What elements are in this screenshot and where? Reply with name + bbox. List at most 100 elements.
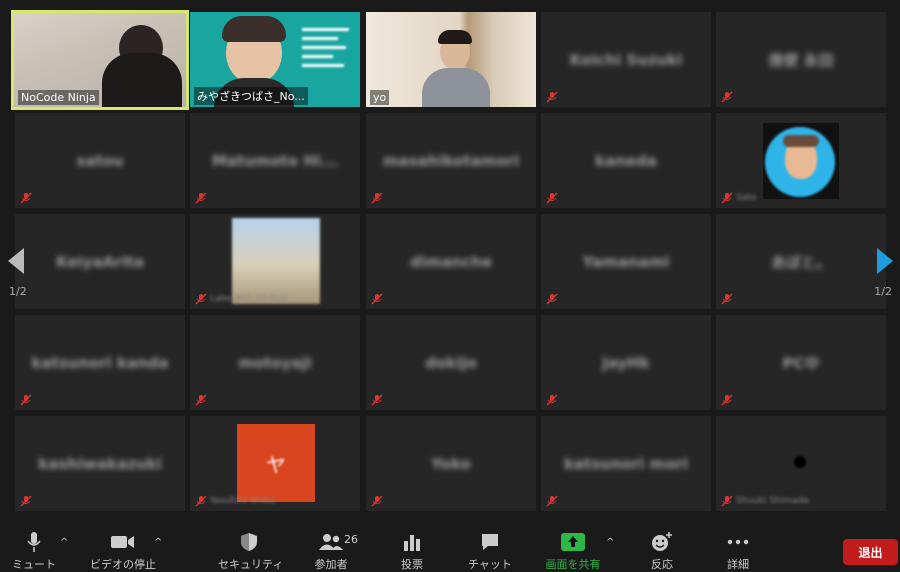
microphone-icon — [12, 531, 56, 553]
participant-name: kashiwakazuki — [38, 454, 162, 473]
muted-mic-icon — [20, 495, 32, 507]
stop-video-button[interactable]: ビデオの停止 — [88, 531, 158, 572]
participant-name: masahikotamori — [382, 151, 520, 170]
profile-avatar — [763, 123, 839, 199]
video-options-chevron-up-icon[interactable]: ^ — [154, 537, 162, 548]
video-tile-sato-avatar[interactable]: Sato — [716, 113, 886, 208]
prev-page-arrow-icon[interactable] — [8, 248, 24, 274]
more-button[interactable]: 詳細 — [718, 531, 758, 572]
muted-mic-icon — [546, 192, 558, 204]
muted-mic-icon — [20, 192, 32, 204]
participant-name-small: Shuuki Shimada — [736, 496, 809, 506]
poll-button[interactable]: 投票 — [392, 531, 432, 572]
video-tile-jayhk[interactable]: JayHk — [541, 315, 711, 410]
security-button[interactable]: セキュリティ — [218, 531, 283, 572]
leave-meeting-button[interactable]: 退出 — [843, 539, 898, 565]
video-tile-katsunori-mori[interactable]: katsunori mori — [541, 416, 711, 511]
video-tile-shuuki[interactable]: Shuuki Shimada — [716, 416, 886, 511]
muted-mic-icon — [195, 293, 207, 305]
muted-mic-icon — [721, 394, 733, 406]
participants-button[interactable]: 26 参加者 — [306, 531, 359, 572]
participant-name: katsunori mori — [563, 454, 689, 473]
participant-name-label: みやざきつばさ_No... — [194, 87, 308, 105]
avatar-letter: ヤ — [266, 452, 286, 477]
muted-mic-icon — [371, 394, 383, 406]
chat-bubble-icon — [465, 531, 515, 553]
participant-name: motoyaji — [238, 353, 312, 372]
video-tile-kashiwakazuki[interactable]: kashiwakazuki — [15, 416, 185, 511]
participant-name: dokijo — [425, 353, 477, 372]
bar-chart-icon — [392, 531, 432, 553]
participant-video — [366, 12, 536, 107]
share-screen-button[interactable]: 画面を共有 — [540, 531, 606, 572]
video-tile-kaneda[interactable]: kaneda — [541, 113, 711, 208]
muted-mic-icon — [195, 192, 207, 204]
muted-mic-icon — [195, 495, 207, 507]
audio-options-chevron-up-icon[interactable]: ^ — [60, 537, 68, 548]
participant-name-small: Sato — [736, 193, 757, 203]
more-dots-icon — [718, 531, 758, 553]
participant-name: satou — [76, 151, 124, 170]
muted-mic-icon — [721, 192, 733, 204]
video-tile-motoyaji[interactable]: motoyaji — [190, 315, 360, 410]
meeting-toolbar: ミュート ^ ビデオの停止 ^ セキュリティ 26 参加者 投票 チャット 画面… — [0, 525, 900, 572]
muted-mic-icon — [721, 91, 733, 103]
video-camera-icon — [88, 531, 158, 553]
shield-icon — [218, 531, 280, 553]
muted-mic-icon — [20, 394, 32, 406]
participant-name: PC中 — [782, 354, 820, 372]
video-tile-yoko[interactable]: Yoko — [366, 416, 536, 511]
video-tile-nocode-ninja[interactable]: NoCode Ninja — [11, 10, 189, 110]
participant-name: Koichi Suzuki — [569, 50, 683, 69]
participant-name: JayHk — [602, 353, 650, 372]
participant-name-small: Labo IMG 3D Ray — [210, 294, 288, 304]
muted-mic-icon — [721, 293, 733, 305]
participant-name: 傍使 永田 — [768, 51, 834, 69]
chat-button[interactable]: チャット — [465, 531, 515, 572]
participant-name: KeiyaArita — [55, 252, 144, 271]
share-options-chevron-up-icon[interactable]: ^ — [606, 537, 614, 548]
muted-mic-icon — [195, 394, 207, 406]
profile-avatar — [794, 456, 806, 468]
video-tile-yo[interactable]: yo — [366, 12, 536, 107]
page-indicator-left: 1/2 — [9, 285, 27, 298]
participant-name: dimanche — [409, 252, 493, 271]
video-tile-labo[interactable]: Labo IMG 3D Ray — [190, 214, 360, 309]
page-indicator-right: 1/2 — [874, 285, 892, 298]
profile-photo — [232, 218, 320, 304]
muted-mic-icon — [371, 293, 383, 305]
participant-name: あぼと。 — [770, 253, 831, 271]
participant-name: Matumoto Hi... — [211, 151, 339, 170]
video-tile-nagata[interactable]: 傍使 永田 — [716, 12, 886, 107]
video-tile-pc[interactable]: PC中 — [716, 315, 886, 410]
video-tile-katsunori-kanda[interactable]: katsunori kanda — [15, 315, 185, 410]
participant-name-small: Yasuhiro Shiba — [210, 496, 276, 506]
video-tile-miyazaki[interactable]: みやざきつばさ_No... — [190, 12, 360, 107]
video-tile-aboto[interactable]: あぼと。 — [716, 214, 886, 309]
reactions-button[interactable]: 反応 — [642, 531, 682, 572]
initial-avatar: ヤ — [237, 424, 315, 502]
muted-mic-icon — [371, 192, 383, 204]
participant-name: Yamanami — [582, 252, 670, 271]
participants-count: 26 — [344, 533, 358, 546]
muted-mic-icon — [546, 91, 558, 103]
muted-mic-icon — [371, 495, 383, 507]
video-tile-matumoto[interactable]: Matumoto Hi... — [190, 113, 360, 208]
video-tile-yamanami[interactable]: Yamanami — [541, 214, 711, 309]
video-tile-dokijo[interactable]: dokijo — [366, 315, 536, 410]
video-tile-koichi-suzuki[interactable]: Koichi Suzuki — [541, 12, 711, 107]
video-tile-satou[interactable]: satou — [15, 113, 185, 208]
participant-name-label: NoCode Ninja — [18, 90, 99, 105]
video-tile-dimanche[interactable]: dimanche — [366, 214, 536, 309]
video-tile-masahikotamori[interactable]: masahikotamori — [366, 113, 536, 208]
smiley-plus-icon — [642, 531, 682, 553]
muted-mic-icon — [546, 394, 558, 406]
next-page-arrow-icon[interactable] — [877, 248, 893, 274]
video-tile-keiyaarita[interactable]: KeiyaArita — [15, 214, 185, 309]
mute-button[interactable]: ミュート — [12, 531, 56, 572]
share-screen-icon — [540, 531, 606, 553]
muted-mic-icon — [546, 293, 558, 305]
participant-name: katsunori kanda — [31, 353, 169, 372]
participant-name: kaneda — [595, 151, 657, 170]
video-tile-yasuhiro[interactable]: ヤ Yasuhiro Shiba — [190, 416, 360, 511]
